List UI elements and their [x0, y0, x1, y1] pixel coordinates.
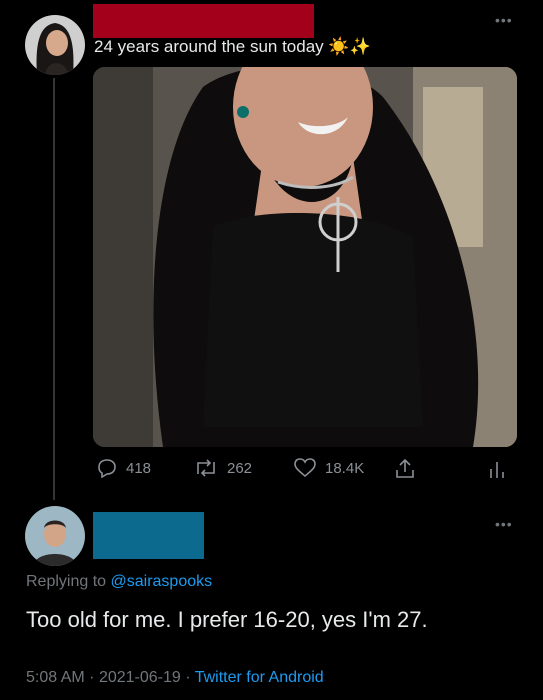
reply-source-link[interactable]: Twitter for Android	[195, 669, 324, 686]
like-count: 18.4K	[325, 459, 365, 477]
reply-time[interactable]: 5:08 AM	[26, 669, 85, 686]
reply-count: 418	[126, 459, 152, 477]
tweet-more-options-icon[interactable]: •••	[495, 12, 513, 28]
reply-action[interactable]: 418	[96, 458, 151, 478]
analytics-icon	[490, 462, 504, 478]
share-action[interactable]	[394, 458, 416, 480]
reply-meta: 5:08 AM · 2021-06-19 · Twitter for Andro…	[26, 669, 324, 687]
reply-text: Too old for me. I prefer 16-20, yes I'm …	[26, 607, 428, 632]
meta-separator: ·	[89, 669, 95, 686]
reply-icon	[98, 459, 116, 478]
retweet-count: 262	[227, 459, 253, 477]
tweet-text-content: 24 years around the sun today	[94, 37, 324, 56]
tweet-text: 24 years around the sun today ☀️✨	[94, 37, 371, 57]
redacted-reply-author-name	[93, 512, 204, 559]
retweet-icon	[197, 459, 215, 477]
reply-date[interactable]: 2021-06-19	[99, 669, 181, 686]
tweet-photo[interactable]	[93, 67, 517, 447]
replying-to-line: Replying to @sairaspooks	[26, 573, 212, 591]
meta-separator: ·	[185, 669, 191, 686]
analytics-action[interactable]	[488, 458, 506, 480]
thread-connector-line	[53, 78, 55, 500]
replying-to-handle-link[interactable]: @sairaspooks	[111, 573, 213, 590]
replying-to-prefix: Replying to	[26, 573, 111, 590]
share-icon	[396, 458, 414, 478]
reply-more-options-icon[interactable]: •••	[495, 516, 513, 532]
redacted-author-name	[93, 4, 314, 38]
like-action[interactable]: 18.4K	[293, 458, 364, 478]
heart-icon	[294, 458, 316, 478]
sun-sparkles-emoji: ☀️✨	[328, 37, 371, 56]
reply-author-avatar[interactable]	[25, 506, 85, 566]
author-avatar[interactable]	[25, 15, 85, 75]
retweet-action[interactable]: 262	[193, 458, 252, 478]
